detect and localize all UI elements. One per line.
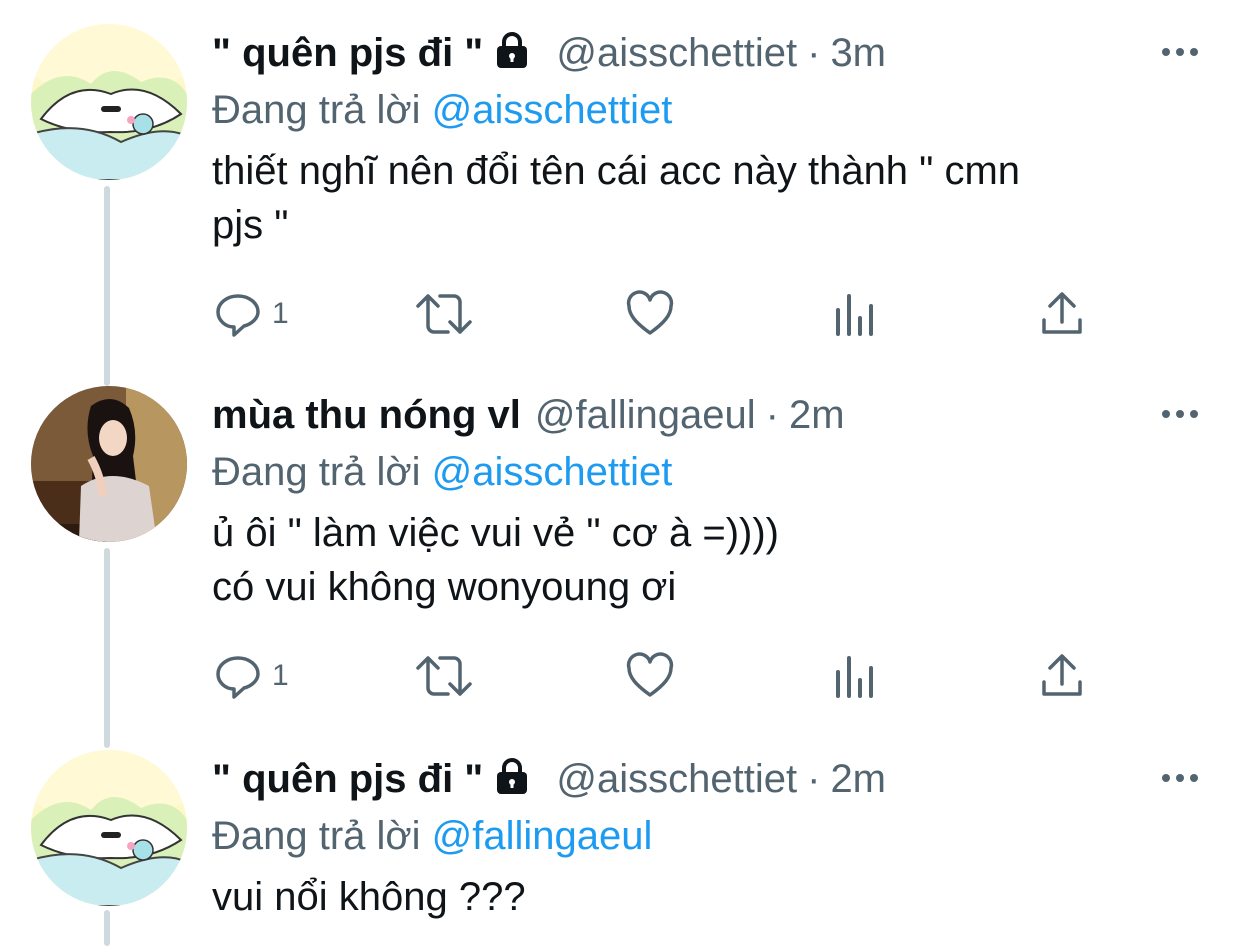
- retweet-icon: [416, 294, 472, 334]
- tweet[interactable]: mùa thu nóng vl @fallingaeul · 2m Đang trả …: [0, 386, 1242, 716]
- replying-to: Đang trả lời @aisschettiet: [212, 82, 1202, 138]
- replying-to: Đang trả lời @fallingaeul: [212, 808, 1202, 864]
- avatar-image: [31, 386, 187, 542]
- replying-to-mention[interactable]: @fallingaeul: [432, 814, 653, 858]
- replying-to-mention[interactable]: @aisschettiet: [432, 88, 673, 132]
- timestamp[interactable]: 2m: [830, 757, 886, 801]
- avatar[interactable]: [31, 750, 187, 906]
- tweet-text-line: vui nổi không ???: [212, 875, 526, 919]
- analytics-button[interactable]: [834, 646, 878, 706]
- replying-to-label: Đang trả lời: [212, 450, 421, 494]
- more-options-icon[interactable]: [1158, 386, 1202, 430]
- share-button[interactable]: [1038, 284, 1086, 344]
- retweet-button[interactable]: [414, 284, 474, 344]
- retweet-icon: [416, 656, 472, 696]
- analytics-button[interactable]: [834, 284, 878, 344]
- display-name[interactable]: mùa thu nóng vl: [212, 393, 521, 437]
- tweet-actions: 1: [0, 646, 1242, 706]
- display-name[interactable]: " quên pjs đi ": [212, 757, 483, 801]
- separator-dot: ·: [807, 31, 821, 75]
- share-icon: [1042, 654, 1082, 696]
- reply-count: 1: [272, 297, 289, 330]
- tweet-text-line: pjs ": [212, 203, 289, 247]
- tweet-header: mùa thu nóng vl @fallingaeul · 2m: [212, 386, 1202, 444]
- replying-to-mention[interactable]: @aisschettiet: [432, 450, 673, 494]
- tweet-text: thiết nghĩ nên đổi tên cái acc này thành…: [212, 144, 1202, 252]
- timestamp[interactable]: 2m: [789, 393, 845, 437]
- replying-to-label: Đang trả lời: [212, 88, 421, 132]
- reply-count: 1: [272, 659, 289, 692]
- analytics-icon: [836, 294, 873, 336]
- like-button[interactable]: [626, 284, 674, 344]
- like-button[interactable]: [626, 646, 674, 706]
- analytics-icon: [836, 656, 873, 698]
- share-button[interactable]: [1038, 646, 1086, 706]
- tweet-header: " quên pjs đi " @aisschettiet · 2m: [212, 750, 1202, 808]
- tweet-text-line: có vui không wonyoung ơi: [212, 565, 677, 609]
- more-options-icon[interactable]: [1158, 24, 1202, 68]
- reply-icon: [216, 294, 260, 337]
- share-icon: [1042, 292, 1082, 334]
- reply-button[interactable]: 1: [214, 646, 289, 706]
- lock-icon: [493, 26, 531, 84]
- reply-icon: [216, 656, 260, 699]
- avatar[interactable]: [31, 24, 187, 180]
- avatar-image: [31, 24, 187, 180]
- handle[interactable]: @aisschettiet: [556, 757, 797, 801]
- separator-dot: ·: [765, 393, 779, 437]
- avatar[interactable]: [31, 386, 187, 542]
- avatar-image: [31, 750, 187, 906]
- replying-to: Đang trả lời @aisschettiet: [212, 444, 1202, 500]
- tweet-header: " quên pjs đi " @aisschettiet · 3m: [212, 24, 1202, 82]
- tweet-text: ủ ôi " làm việc vui vẻ " cơ à =)))) có v…: [212, 506, 1202, 614]
- retweet-button[interactable]: [414, 646, 474, 706]
- handle[interactable]: @aisschettiet: [556, 31, 797, 75]
- tweet-actions: 1: [0, 284, 1242, 344]
- more-options-icon[interactable]: [1158, 750, 1202, 794]
- tweet-text: vui nổi không ???: [212, 870, 1202, 924]
- like-icon: [626, 290, 674, 335]
- replying-to-label: Đang trả lời: [212, 814, 421, 858]
- tweet-text-line: thiết nghĩ nên đổi tên cái acc này thành…: [212, 149, 1021, 193]
- tweet[interactable]: " quên pjs đi " @aisschettiet · 2m Đang tr…: [0, 750, 1242, 946]
- reply-button[interactable]: 1: [214, 284, 289, 344]
- like-icon: [626, 652, 674, 697]
- lock-icon: [493, 752, 531, 810]
- tweet-text-line: ủ ôi " làm việc vui vẻ " cơ à =)))): [212, 511, 779, 555]
- display-name[interactable]: " quên pjs đi ": [212, 31, 483, 75]
- tweet[interactable]: " quên pjs đi " @aisschettiet · 3m Đang tr…: [0, 24, 1242, 354]
- handle[interactable]: @fallingaeul: [535, 393, 756, 437]
- timestamp[interactable]: 3m: [830, 31, 886, 75]
- separator-dot: ·: [807, 757, 821, 801]
